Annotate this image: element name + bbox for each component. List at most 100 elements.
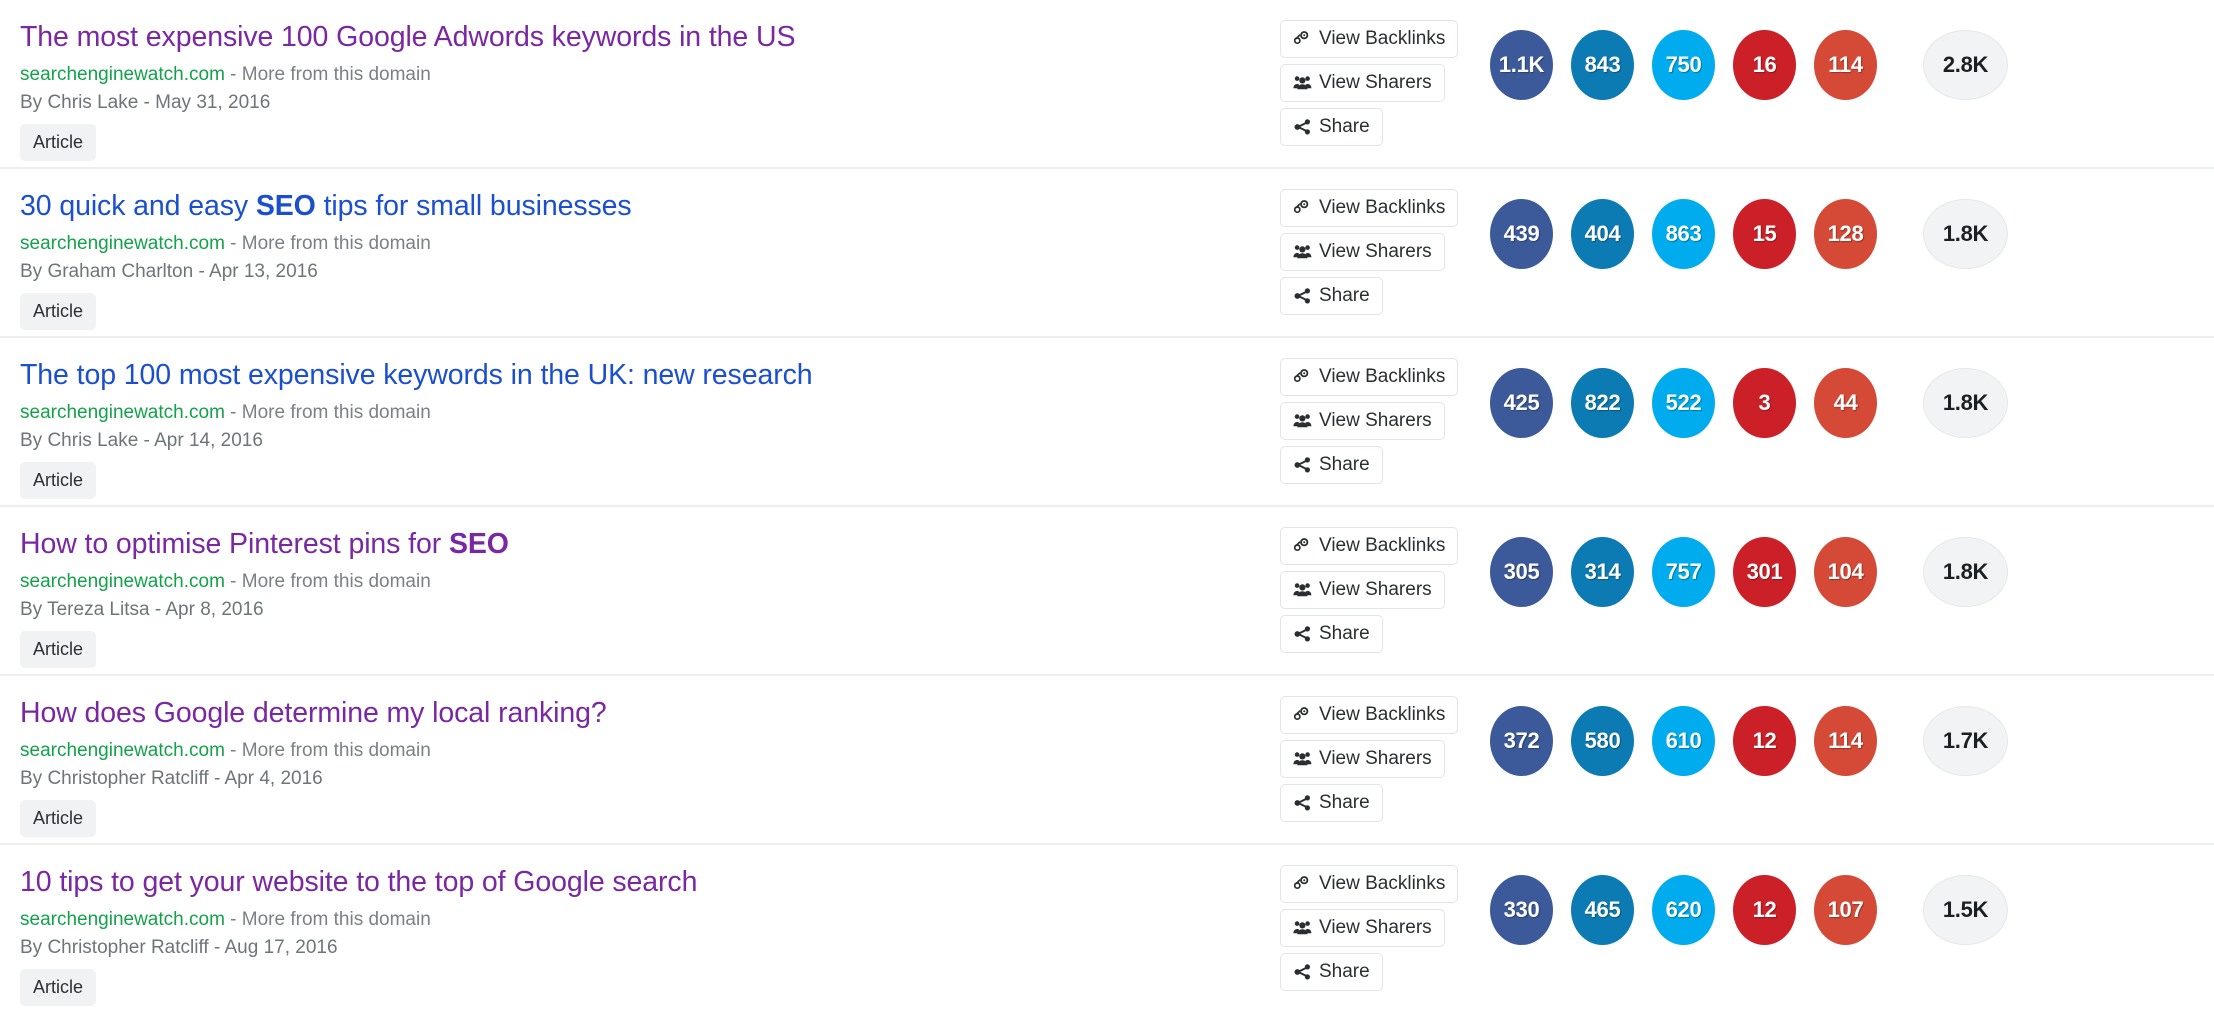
pinterest-shares-badge[interactable]: 12: [1733, 875, 1796, 945]
twitter-shares-badge[interactable]: 757: [1652, 537, 1715, 607]
googleplus-shares-badge[interactable]: 114: [1814, 30, 1877, 100]
link-chain-icon: [1292, 30, 1312, 48]
googleplus-shares-badge[interactable]: 128: [1814, 199, 1877, 269]
result-title-link[interactable]: How does Google determine my local ranki…: [20, 696, 1280, 730]
view-backlinks-button[interactable]: View Backlinks: [1280, 865, 1459, 903]
result-metrics: 425 822 522 3 44 1.8K: [1490, 338, 2214, 438]
facebook-shares-badge[interactable]: 439: [1490, 199, 1553, 269]
view-backlinks-button[interactable]: View Backlinks: [1280, 696, 1459, 734]
view-sharers-button[interactable]: View Sharers: [1280, 909, 1445, 947]
linkedin-shares-badge[interactable]: 465: [1571, 875, 1634, 945]
result-title-text-bold: SEO: [448, 528, 509, 560]
result-type-tag: Article: [20, 124, 97, 162]
total-shares-badge[interactable]: 1.8K: [1923, 368, 2008, 438]
twitter-shares-badge[interactable]: 863: [1652, 199, 1715, 269]
linkedin-shares-badge[interactable]: 404: [1571, 199, 1634, 269]
share-button[interactable]: Share: [1280, 277, 1383, 315]
share-button[interactable]: Share: [1280, 615, 1383, 653]
result-byline: By Chris Lake - May 31, 2016: [20, 91, 271, 113]
twitter-shares-badge[interactable]: 522: [1652, 368, 1715, 438]
view-sharers-button[interactable]: View Sharers: [1280, 402, 1445, 440]
share-button[interactable]: Share: [1280, 784, 1383, 822]
more-from-domain-link[interactable]: More from this domain: [242, 740, 431, 761]
result-meta: searchenginewatch.com - More from this d…: [20, 400, 1280, 426]
result-meta: searchenginewatch.com - More from this d…: [20, 907, 1280, 933]
result-byline: By Christopher Ratcliff - Apr 4, 2016: [20, 767, 323, 789]
twitter-shares-badge[interactable]: 620: [1652, 875, 1715, 945]
total-shares-badge[interactable]: 1.7K: [1923, 706, 2008, 776]
view-sharers-label: View Sharers: [1319, 917, 1432, 938]
pinterest-shares-badge[interactable]: 12: [1733, 706, 1796, 776]
result-info: 10 tips to get your website to the top o…: [0, 845, 1280, 1007]
result-domain-link[interactable]: searchenginewatch.com: [20, 233, 225, 254]
view-backlinks-button[interactable]: View Backlinks: [1280, 20, 1459, 58]
result-domain-link[interactable]: searchenginewatch.com: [20, 740, 225, 761]
pinterest-shares-badge[interactable]: 15: [1733, 199, 1796, 269]
result-row: How to optimise Pinterest pins for SEO s…: [0, 507, 2214, 676]
linkedin-shares-badge[interactable]: 822: [1571, 368, 1634, 438]
share-nodes-icon: [1292, 963, 1312, 981]
share-button[interactable]: Share: [1280, 446, 1383, 484]
result-title-text-pre: 30 quick and easy: [20, 190, 256, 222]
more-from-domain-link[interactable]: More from this domain: [242, 233, 431, 254]
result-byline: By Graham Charlton - Apr 13, 2016: [20, 260, 318, 282]
total-shares-badge[interactable]: 1.8K: [1923, 199, 2008, 269]
link-chain-icon: [1292, 706, 1312, 724]
linkedin-shares-badge[interactable]: 314: [1571, 537, 1634, 607]
facebook-shares-badge[interactable]: 1.1K: [1490, 30, 1553, 100]
total-shares-badge[interactable]: 2.8K: [1923, 30, 2008, 100]
result-metrics: 372 580 610 12 114 1.7K: [1490, 676, 2214, 776]
view-sharers-button[interactable]: View Sharers: [1280, 64, 1445, 102]
facebook-shares-badge[interactable]: 372: [1490, 706, 1553, 776]
more-from-domain-link[interactable]: More from this domain: [242, 571, 431, 592]
view-sharers-label: View Sharers: [1319, 748, 1432, 769]
link-chain-icon: [1292, 875, 1312, 893]
result-domain-link[interactable]: searchenginewatch.com: [20, 64, 225, 85]
result-domain-link[interactable]: searchenginewatch.com: [20, 402, 225, 423]
total-shares-badge[interactable]: 1.8K: [1923, 537, 2008, 607]
googleplus-shares-badge[interactable]: 104: [1814, 537, 1877, 607]
facebook-shares-badge[interactable]: 425: [1490, 368, 1553, 438]
facebook-shares-badge[interactable]: 305: [1490, 537, 1553, 607]
pinterest-shares-badge[interactable]: 16: [1733, 30, 1796, 100]
view-backlinks-button[interactable]: View Backlinks: [1280, 189, 1459, 227]
linkedin-shares-badge[interactable]: 843: [1571, 30, 1634, 100]
view-sharers-button[interactable]: View Sharers: [1280, 233, 1445, 271]
share-button[interactable]: Share: [1280, 953, 1383, 991]
result-title-link[interactable]: How to optimise Pinterest pins for SEO: [20, 527, 1280, 561]
view-sharers-button[interactable]: View Sharers: [1280, 740, 1445, 778]
result-title-link[interactable]: 10 tips to get your website to the top o…: [20, 865, 1280, 899]
linkedin-shares-badge[interactable]: 580: [1571, 706, 1634, 776]
view-backlinks-button[interactable]: View Backlinks: [1280, 527, 1459, 565]
meta-separator: -: [224, 909, 242, 931]
pinterest-shares-badge[interactable]: 301: [1733, 537, 1796, 607]
more-from-domain-link[interactable]: More from this domain: [242, 909, 431, 930]
twitter-shares-badge[interactable]: 610: [1652, 706, 1715, 776]
share-label: Share: [1319, 961, 1370, 982]
pinterest-shares-badge[interactable]: 3: [1733, 368, 1796, 438]
facebook-shares-badge[interactable]: 330: [1490, 875, 1553, 945]
result-type-tag: Article: [20, 631, 97, 669]
result-title-text-pre: 10 tips to get your website to the top o…: [20, 866, 698, 898]
result-domain-link[interactable]: searchenginewatch.com: [20, 909, 225, 930]
view-backlinks-label: View Backlinks: [1319, 28, 1446, 49]
googleplus-shares-badge[interactable]: 107: [1814, 875, 1877, 945]
result-metrics: 439 404 863 15 128 1.8K: [1490, 169, 2214, 269]
googleplus-shares-badge[interactable]: 44: [1814, 368, 1877, 438]
view-sharers-button[interactable]: View Sharers: [1280, 571, 1445, 609]
view-sharers-label: View Sharers: [1319, 241, 1432, 262]
share-button[interactable]: Share: [1280, 108, 1383, 146]
twitter-shares-badge[interactable]: 750: [1652, 30, 1715, 100]
more-from-domain-link[interactable]: More from this domain: [242, 402, 431, 423]
googleplus-shares-badge[interactable]: 114: [1814, 706, 1877, 776]
total-shares-badge[interactable]: 1.5K: [1923, 875, 2008, 945]
result-title-link[interactable]: 30 quick and easy SEO tips for small bus…: [20, 189, 1280, 223]
view-backlinks-button[interactable]: View Backlinks: [1280, 358, 1459, 396]
result-domain-link[interactable]: searchenginewatch.com: [20, 571, 225, 592]
more-from-domain-link[interactable]: More from this domain: [242, 64, 431, 85]
result-info: 30 quick and easy SEO tips for small bus…: [0, 169, 1280, 331]
result-actions: View Backlinks View Sharers Share: [1280, 0, 1490, 146]
result-title-link[interactable]: The top 100 most expensive keywords in t…: [20, 358, 1280, 392]
result-title-link[interactable]: The most expensive 100 Google Adwords ke…: [20, 20, 1280, 54]
search-results-list: The most expensive 100 Google Adwords ke…: [0, 0, 2214, 1014]
